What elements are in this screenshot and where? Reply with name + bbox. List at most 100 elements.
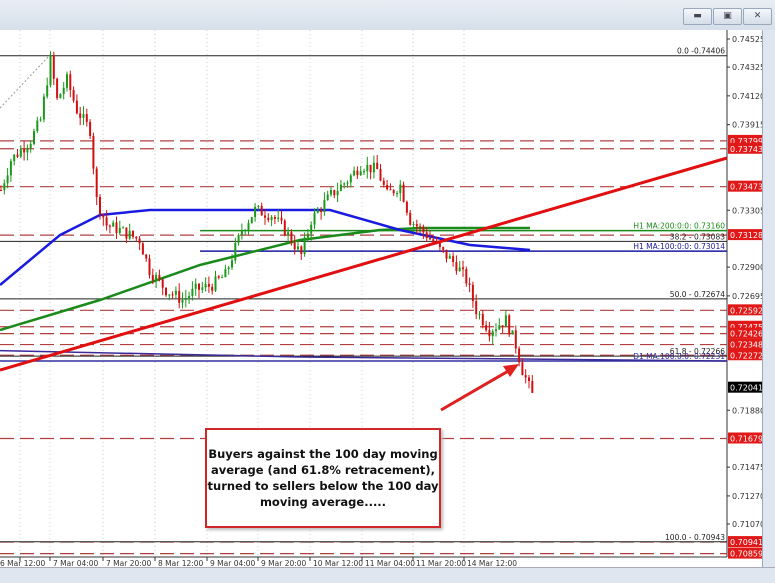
candle-body xyxy=(122,227,125,229)
x-tick-label: 8 Mar 12:00 xyxy=(158,559,204,567)
candle-body xyxy=(306,233,309,238)
candle-body xyxy=(19,149,22,157)
candle-body xyxy=(9,161,12,176)
candle-body xyxy=(145,254,148,259)
minimize-button[interactable]: ▬ xyxy=(683,8,712,25)
candle-body xyxy=(82,114,85,118)
candle-body xyxy=(379,169,382,181)
x-tick-label: 9 Mar 04:00 xyxy=(210,559,256,567)
trend-line xyxy=(0,156,728,372)
chart-window[interactable]: 6 Mar 12:00 7 Mar 04:00 7 Mar 20:00 8 Mar 1… xyxy=(0,30,763,567)
y-tick-label: 0.74120 xyxy=(732,92,762,101)
candle-body xyxy=(458,267,461,272)
candle-body xyxy=(409,212,412,225)
x-tick-label: 7 Mar 04:00 xyxy=(53,559,99,567)
candle-body xyxy=(194,283,197,289)
candle-body xyxy=(85,114,88,122)
candle-body xyxy=(366,164,369,172)
candle-body xyxy=(326,194,329,201)
x-tick-label: 14 Mar 12:00 xyxy=(467,559,517,567)
candle-body xyxy=(181,299,184,303)
candle-body xyxy=(72,90,75,101)
candle-body xyxy=(445,249,448,259)
candle-body xyxy=(310,224,313,234)
candle-body xyxy=(521,362,524,376)
candle-body xyxy=(6,175,9,184)
restore-button[interactable]: ▣ xyxy=(713,8,742,25)
candle-body xyxy=(465,269,468,284)
candle-body xyxy=(231,260,233,268)
candle-body xyxy=(171,294,174,296)
candle-body xyxy=(92,135,95,169)
candle-body xyxy=(59,93,62,99)
ma200-line xyxy=(0,226,530,332)
candle-body xyxy=(95,168,98,198)
candle-body xyxy=(151,274,154,281)
y-tick-label: 0.72695 xyxy=(732,292,762,301)
price-label: 0.71679 xyxy=(730,434,762,443)
price-label: 0.73128 xyxy=(730,231,762,240)
y-tick-label: 0.71475 xyxy=(732,463,762,472)
candle-body xyxy=(168,294,171,296)
y-tick-label: 0.71070 xyxy=(732,520,762,529)
candle-body xyxy=(178,290,181,303)
status-strip xyxy=(0,567,775,583)
candle-body xyxy=(39,119,42,121)
y-tick-label: 0.74525 xyxy=(732,35,762,44)
candle-body xyxy=(429,238,431,240)
candle-body xyxy=(260,205,263,216)
candle-body xyxy=(455,262,458,272)
candle-body xyxy=(448,256,451,259)
candle-body xyxy=(112,222,115,227)
candle-body xyxy=(501,325,504,327)
price-label: 0.70859 xyxy=(730,550,762,559)
candle-body xyxy=(254,206,257,218)
y-tick-label: 0.74325 xyxy=(732,63,762,72)
x-tick-label: 10 Mar 12:00 xyxy=(313,559,363,567)
candle-body xyxy=(349,175,352,183)
price-label: 0.72426 xyxy=(730,330,762,339)
candle-body xyxy=(442,247,445,250)
candle-body xyxy=(49,55,52,86)
candle-body xyxy=(132,230,134,237)
close-button[interactable]: ✕ xyxy=(743,8,772,25)
candle-body xyxy=(356,170,359,176)
candle-body xyxy=(343,183,346,185)
candle-body xyxy=(363,171,365,173)
candle-body xyxy=(217,276,220,278)
price-label: 0.72592 xyxy=(730,306,762,315)
price-label: 0.72272 xyxy=(730,351,762,360)
candle-body xyxy=(244,230,247,232)
candle-body xyxy=(402,184,405,202)
candle-body xyxy=(330,190,332,195)
candle-body xyxy=(211,286,214,291)
candle-body xyxy=(3,183,6,191)
candle-body xyxy=(46,85,49,97)
candle-body xyxy=(52,55,55,79)
y-tick-label: 0.71880 xyxy=(732,406,762,415)
candle-body xyxy=(399,184,402,194)
candle-body xyxy=(491,331,494,337)
candle-body xyxy=(267,217,270,220)
candle-body xyxy=(372,162,375,173)
candle-body xyxy=(42,96,45,120)
candle-body xyxy=(405,201,408,213)
candle-body xyxy=(165,287,167,296)
current-price-label: 0.72041 xyxy=(730,384,762,393)
y-tick-label: 0.71270 xyxy=(732,492,762,501)
y-tick-label: 0.72900 xyxy=(732,263,762,272)
candle-body xyxy=(89,121,92,136)
x-tick-label: 11 Mar 04:00 xyxy=(365,559,415,567)
price-label: 0.70941 xyxy=(730,538,762,547)
candle-body xyxy=(79,113,82,118)
candle-body xyxy=(29,143,32,149)
candle-body xyxy=(221,277,224,279)
candle-body xyxy=(481,313,484,326)
arrow-head-icon xyxy=(503,364,519,377)
candle-body xyxy=(425,232,428,239)
candle-body xyxy=(237,234,240,243)
candle-body xyxy=(415,224,418,227)
candle-body xyxy=(376,162,379,170)
candle-body xyxy=(227,267,230,270)
candle-body xyxy=(264,215,266,218)
